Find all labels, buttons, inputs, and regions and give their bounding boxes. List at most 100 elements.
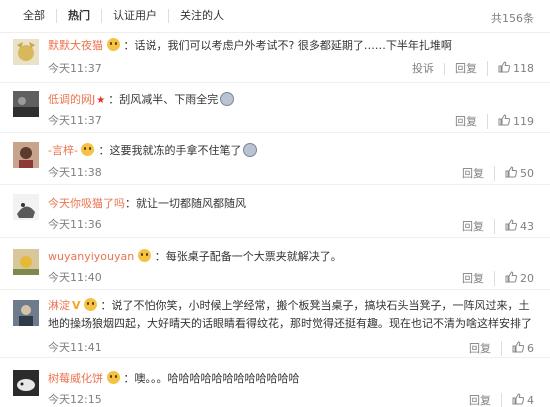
- comment-filter-tabs: 全部 热门 认证用户 关注的人 共156条: [0, 0, 550, 33]
- comment-actions: 回复 119: [445, 114, 534, 129]
- member-badge-icon: [106, 38, 120, 51]
- report-button[interactable]: 投诉: [402, 62, 444, 75]
- comment-separator: ：: [123, 372, 135, 385]
- avatar[interactable]: [13, 39, 39, 65]
- like-count: 6: [527, 341, 534, 355]
- sticker-emoji-icon: [220, 92, 235, 106]
- like-count: 118: [513, 61, 534, 75]
- tab-all[interactable]: 全部: [0, 9, 56, 23]
- reply-button[interactable]: 回复: [452, 220, 494, 233]
- comment-username[interactable]: wuyanyiyouyan: [48, 250, 134, 263]
- comment-item: 今天你吸猫了吗：就让一切都随风都随风 今天11:36 回复 43: [0, 185, 550, 238]
- thumbs-up-icon: [505, 166, 518, 181]
- like-button[interactable]: 20: [494, 271, 534, 286]
- like-count: 119: [513, 114, 534, 128]
- member-badge-icon: [81, 143, 95, 156]
- comment-separator: ：: [154, 250, 166, 263]
- thumbs-up-icon: [512, 393, 525, 407]
- comment-separator: ：: [98, 144, 110, 157]
- reply-button[interactable]: 回复: [444, 62, 487, 75]
- comment-text-line: 树莓威化饼 ：噢。。。哈哈哈哈哈哈哈哈哈哈哈哈: [48, 370, 534, 388]
- avatar[interactable]: [13, 142, 39, 168]
- member-badge-icon: [106, 371, 120, 384]
- thumbs-up-icon: [498, 61, 511, 76]
- comment-actions: 投诉 回复 118: [402, 61, 534, 76]
- comment-time: 今天11:40: [48, 271, 102, 284]
- reply-button[interactable]: 回复: [452, 167, 494, 180]
- star-badge-icon: ★: [96, 95, 106, 106]
- thumbs-up-icon: [505, 219, 518, 234]
- comment-body: 话说，我们可以考虑户外考试不? 很多都延期了……下半年扎堆啊: [134, 39, 452, 52]
- like-count: 50: [520, 166, 534, 180]
- comment-separator: ：: [125, 197, 136, 210]
- comment-time: 今天11:36: [48, 218, 102, 231]
- comment-username[interactable]: 树莓威化饼: [48, 372, 103, 385]
- member-badge-icon: [137, 249, 151, 262]
- comment-total-count: 共156条: [491, 12, 534, 25]
- comment-item: 淋淀 V ：说了不怕你笑，小时候上学经常，搬个板凳当桌子，搞块石头当凳子，一阵风过来…: [0, 290, 550, 358]
- comment-text-line: 默默大夜猫 ：话说，我们可以考虑户外考试不? 很多都延期了……下半年扎堆啊: [48, 37, 534, 55]
- like-button[interactable]: 119: [487, 114, 534, 129]
- like-count: 20: [520, 271, 534, 285]
- tab-verified-users[interactable]: 认证用户: [101, 9, 168, 23]
- comment-item: wuyanyiyouyan ：每张桌子配备一个大票夹就解决了。 今天11:40 …: [0, 238, 550, 290]
- reply-button[interactable]: 回复: [459, 394, 501, 407]
- avatar[interactable]: [13, 91, 39, 117]
- comment-text-line: 淋淀 V ：说了不怕你笑，小时候上学经常，搬个板凳当桌子，搞块石头当凳子，一阵风过来…: [48, 297, 534, 333]
- comment-item: 低调的网J★ ：刮风减半、下雨全完 今天11:37 回复 119: [0, 83, 550, 133]
- comment-username[interactable]: 今天你吸猫了吗: [48, 197, 125, 210]
- verified-v-icon: V: [72, 299, 81, 312]
- comment-username[interactable]: -言梓-: [48, 144, 78, 157]
- comment-body: 这要我就冻的手拿不住笔了: [109, 144, 242, 157]
- comment-text-line: 今天你吸猫了吗：就让一切都随风都随风: [48, 195, 534, 213]
- member-badge-icon: [83, 298, 97, 311]
- comment-item: 树莓威化饼 ：噢。。。哈哈哈哈哈哈哈哈哈哈哈哈 今天12:15 回复 4: [0, 358, 550, 407]
- comment-body: 就让一切都随风都随风: [136, 197, 246, 210]
- reply-button[interactable]: 回复: [445, 115, 487, 128]
- avatar[interactable]: [13, 194, 39, 220]
- avatar[interactable]: [13, 300, 39, 326]
- comment-body: 噢。。。哈哈哈哈哈哈哈哈哈哈哈哈: [134, 372, 300, 385]
- comment-time: 今天11:37: [48, 62, 102, 75]
- comment-username[interactable]: 淋淀: [48, 299, 70, 312]
- avatar[interactable]: [13, 370, 39, 396]
- comment-actions: 回复 20: [452, 271, 534, 286]
- tab-following[interactable]: 关注的人: [168, 9, 235, 23]
- comment-time: 今天12:15: [48, 393, 102, 406]
- comment-text-line: -言梓- ：这要我就冻的手拿不住笔了: [48, 142, 534, 160]
- comment-username[interactable]: 默默大夜猫: [48, 39, 103, 52]
- like-count: 43: [520, 219, 534, 233]
- comment-item: -言梓- ：这要我就冻的手拿不住笔了 今天11:38 回复 50: [0, 133, 550, 185]
- avatar[interactable]: [13, 249, 39, 275]
- comment-time: 今天11:41: [48, 341, 102, 354]
- comment-time: 今天11:37: [48, 114, 102, 127]
- like-button[interactable]: 4: [501, 393, 534, 407]
- comment-body: 刮风减半、下雨全完: [119, 93, 219, 106]
- comment-actions: 回复 6: [459, 341, 534, 356]
- comment-actions: 回复 50: [452, 166, 534, 181]
- like-button[interactable]: 43: [494, 219, 534, 234]
- comment-item: 默默大夜猫 ：话说，我们可以考虑户外考试不? 很多都延期了……下半年扎堆啊 今天…: [0, 33, 550, 83]
- comment-separator: ：: [123, 39, 135, 52]
- thumbs-up-icon: [505, 271, 518, 286]
- thumbs-up-icon: [512, 341, 525, 356]
- comment-actions: 回复 4: [459, 393, 534, 407]
- sticker-emoji-icon: [243, 143, 258, 157]
- like-count: 4: [527, 393, 534, 407]
- comment-actions: 回复 43: [452, 219, 534, 234]
- thumbs-up-icon: [498, 114, 511, 129]
- comment-separator: ：: [108, 93, 120, 106]
- comment-body: 每张桌子配备一个大票夹就解决了。: [165, 250, 342, 263]
- comment-separator: ：: [100, 299, 112, 312]
- comment-username[interactable]: 低调的网J: [48, 93, 95, 106]
- tab-hot[interactable]: 热门: [56, 9, 101, 23]
- comment-text-line: 低调的网J★ ：刮风减半、下雨全完: [48, 91, 534, 110]
- reply-button[interactable]: 回复: [452, 272, 494, 285]
- comment-text-line: wuyanyiyouyan ：每张桌子配备一个大票夹就解决了。: [48, 248, 534, 266]
- comment-time: 今天11:38: [48, 166, 102, 179]
- comment-body: 说了不怕你笑，小时候上学经常，搬个板凳当桌子，搞块石头当凳子，一阵风过来，土地的…: [48, 299, 532, 330]
- like-button[interactable]: 50: [494, 166, 534, 181]
- reply-button[interactable]: 回复: [459, 342, 501, 355]
- like-button[interactable]: 118: [487, 61, 534, 76]
- like-button[interactable]: 6: [501, 341, 534, 356]
